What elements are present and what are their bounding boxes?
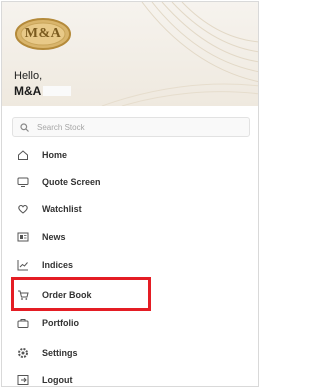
home-icon <box>16 148 30 162</box>
menu-item-label: Watchlist <box>42 204 82 214</box>
username: M&A <box>14 84 42 98</box>
menu-item-indices[interactable]: Indices <box>16 255 73 275</box>
menu-item-label: Home <box>42 150 68 160</box>
profile-header: M&A Hello, M&A <box>2 2 258 106</box>
heart-icon <box>16 202 30 216</box>
menu-item-label: Settings <box>42 348 78 358</box>
menu-item-home[interactable]: Home <box>16 145 67 165</box>
order-book-highlight-box <box>11 277 151 311</box>
logo-text: M&A <box>24 26 62 41</box>
menu-item-portfolio[interactable]: Portfolio <box>16 313 79 333</box>
menu-item-label: News <box>42 232 66 242</box>
username-row: M&A <box>14 84 72 98</box>
menu-item-label: Logout <box>42 375 73 385</box>
menu-item-label: Portfolio <box>42 318 79 328</box>
menu-item-logout[interactable]: Logout <box>16 370 73 386</box>
menu-item-news[interactable]: News <box>16 227 66 247</box>
side-menu-panel: M&A Hello, M&A Search Stock Home Quote S… <box>1 1 259 387</box>
briefcase-icon <box>16 316 30 330</box>
chart-icon <box>16 258 30 272</box>
redacted-username <box>43 86 72 96</box>
gear-icon <box>16 346 30 360</box>
menu-item-quote-screen[interactable]: Quote Screen <box>16 172 101 192</box>
menu-item-label: Indices <box>42 260 74 270</box>
search-icon <box>20 122 29 132</box>
logout-icon <box>16 373 30 386</box>
monitor-icon <box>16 175 30 189</box>
greeting-text: Hello, <box>14 70 43 82</box>
search-input[interactable]: Search Stock <box>12 117 250 137</box>
search-placeholder: Search Stock <box>37 122 85 132</box>
news-icon <box>16 230 30 244</box>
menu-item-watchlist[interactable]: Watchlist <box>16 199 82 219</box>
menu-item-settings[interactable]: Settings <box>16 343 78 363</box>
menu-item-label: Quote Screen <box>42 177 101 187</box>
